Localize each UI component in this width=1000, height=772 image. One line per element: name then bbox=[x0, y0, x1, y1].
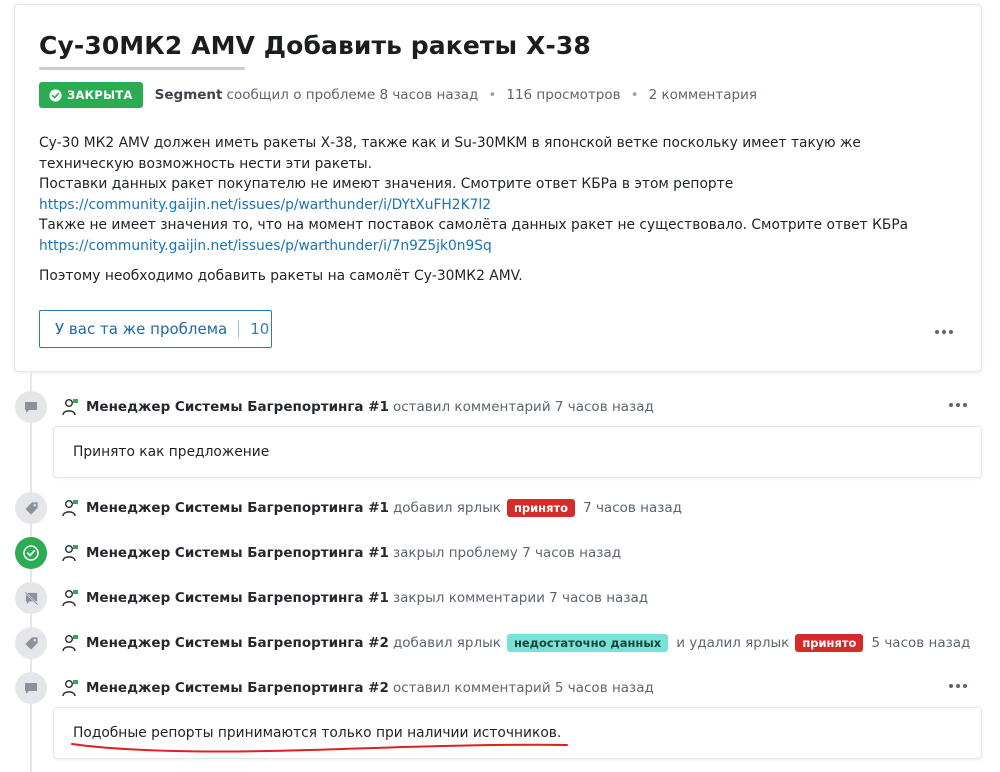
timeline-event: Менеджер Системы Багрепортинга #2 остави… bbox=[61, 676, 654, 700]
event-action: оставил комментарий 7 часов назад bbox=[392, 399, 654, 415]
label-tag[interactable]: принято bbox=[506, 499, 576, 517]
status-badge: ЗАКРЫТА bbox=[39, 82, 143, 108]
actor-name[interactable]: Менеджер Системы Багрепортинга #1 bbox=[86, 590, 389, 606]
author-link[interactable]: Segment bbox=[155, 87, 223, 103]
manager-avatar-icon bbox=[62, 635, 78, 652]
comment-box: Принято как предложение bbox=[53, 426, 982, 478]
tag-icon bbox=[15, 492, 47, 524]
status-label: ЗАКРЫТА bbox=[67, 88, 133, 102]
issue-body: Су-30 МК2 AMV должен иметь ракеты Х-38, … bbox=[39, 133, 959, 287]
issue-title: Су-30МК2 AMV Добавить ракеты Х-38 bbox=[39, 31, 591, 60]
body-paragraph: Поэтому необходимо добавить ракеты на са… bbox=[39, 268, 523, 284]
meta-separator: • bbox=[630, 87, 639, 103]
comment-icon bbox=[15, 672, 47, 704]
actor-name[interactable]: Менеджер Системы Багрепортинга #1 bbox=[86, 399, 389, 415]
more-icon[interactable] bbox=[949, 400, 967, 410]
body-paragraph: Су-30 МК2 AMV должен иметь ракеты Х-38, … bbox=[39, 135, 861, 172]
event-action: оставил комментарий 5 часов назад bbox=[392, 680, 654, 696]
views-count: 116 просмотров bbox=[506, 87, 621, 103]
manager-avatar-icon bbox=[62, 590, 78, 607]
timeline-line bbox=[30, 372, 32, 772]
label-tag[interactable]: недостаточно данных bbox=[506, 634, 669, 652]
same-problem-count: 10 bbox=[250, 320, 270, 338]
event-action: и удалил ярлык bbox=[676, 635, 790, 651]
title-underline bbox=[39, 67, 245, 70]
report-link[interactable]: https://community.gaijin.net/issues/p/wa… bbox=[39, 197, 491, 213]
comment-text: Принято как предложение bbox=[73, 444, 270, 460]
manager-avatar-icon bbox=[62, 500, 78, 517]
more-icon[interactable] bbox=[949, 681, 967, 691]
actor-name[interactable]: Менеджер Системы Багрепортинга #2 bbox=[86, 635, 389, 651]
timeline-event: Менеджер Системы Багрепортинга #1 закрыл… bbox=[61, 586, 648, 610]
report-link[interactable]: https://community.gaijin.net/issues/p/wa… bbox=[39, 238, 492, 254]
check-circle-icon bbox=[49, 88, 62, 102]
event-time: 7 часов назад bbox=[583, 500, 683, 516]
issue-meta: ЗАКРЫТА Segment сообщил о проблеме 8 час… bbox=[39, 82, 757, 108]
check-circle-icon bbox=[15, 537, 47, 569]
annotation-underline bbox=[71, 743, 568, 753]
body-paragraph: Поставки данных ракет покупателю не имею… bbox=[39, 176, 734, 192]
event-action: добавил ярлык bbox=[392, 635, 501, 651]
timeline-event: Менеджер Системы Багрепортинга #1 закрыл… bbox=[61, 541, 621, 565]
manager-avatar-icon bbox=[62, 399, 78, 416]
event-action: добавил ярлык bbox=[392, 500, 501, 516]
meta-separator: • bbox=[488, 87, 497, 103]
same-problem-button[interactable]: У вас та же проблема 10 bbox=[39, 310, 272, 348]
label-tag[interactable]: принято bbox=[795, 634, 864, 652]
reported-text: сообщил о проблеме 8 часов назад bbox=[226, 87, 479, 103]
event-action: закрыл проблему 7 часов назад bbox=[392, 545, 622, 561]
body-paragraph: Также не имеет значения то, что на момен… bbox=[39, 217, 909, 233]
timeline-event: Менеджер Системы Багрепортинга #1 добави… bbox=[61, 496, 682, 520]
button-divider bbox=[238, 320, 240, 338]
same-problem-label: У вас та же проблема bbox=[55, 320, 228, 338]
actor-name[interactable]: Менеджер Системы Багрепортинга #1 bbox=[86, 500, 389, 516]
comments-count: 2 комментария bbox=[648, 87, 757, 103]
timeline-event: Менеджер Системы Багрепортинга #1 остави… bbox=[61, 395, 654, 419]
issue-card: Су-30МК2 AMV Добавить ракеты Х-38 ЗАКРЫТ… bbox=[14, 4, 982, 372]
event-time: 5 часов назад bbox=[871, 635, 971, 651]
event-action: закрыл комментарии 7 часов назад bbox=[392, 590, 649, 606]
tag-icon bbox=[15, 627, 47, 659]
manager-avatar-icon bbox=[62, 680, 78, 697]
more-icon[interactable] bbox=[935, 327, 953, 337]
comments-disabled-icon bbox=[15, 582, 47, 614]
timeline-event: Менеджер Системы Багрепортинга #2 добави… bbox=[61, 631, 970, 655]
actor-name[interactable]: Менеджер Системы Багрепортинга #1 bbox=[86, 545, 389, 561]
actor-name[interactable]: Менеджер Системы Багрепортинга #2 bbox=[86, 680, 389, 696]
comment-icon bbox=[15, 391, 47, 423]
manager-avatar-icon bbox=[62, 545, 78, 562]
